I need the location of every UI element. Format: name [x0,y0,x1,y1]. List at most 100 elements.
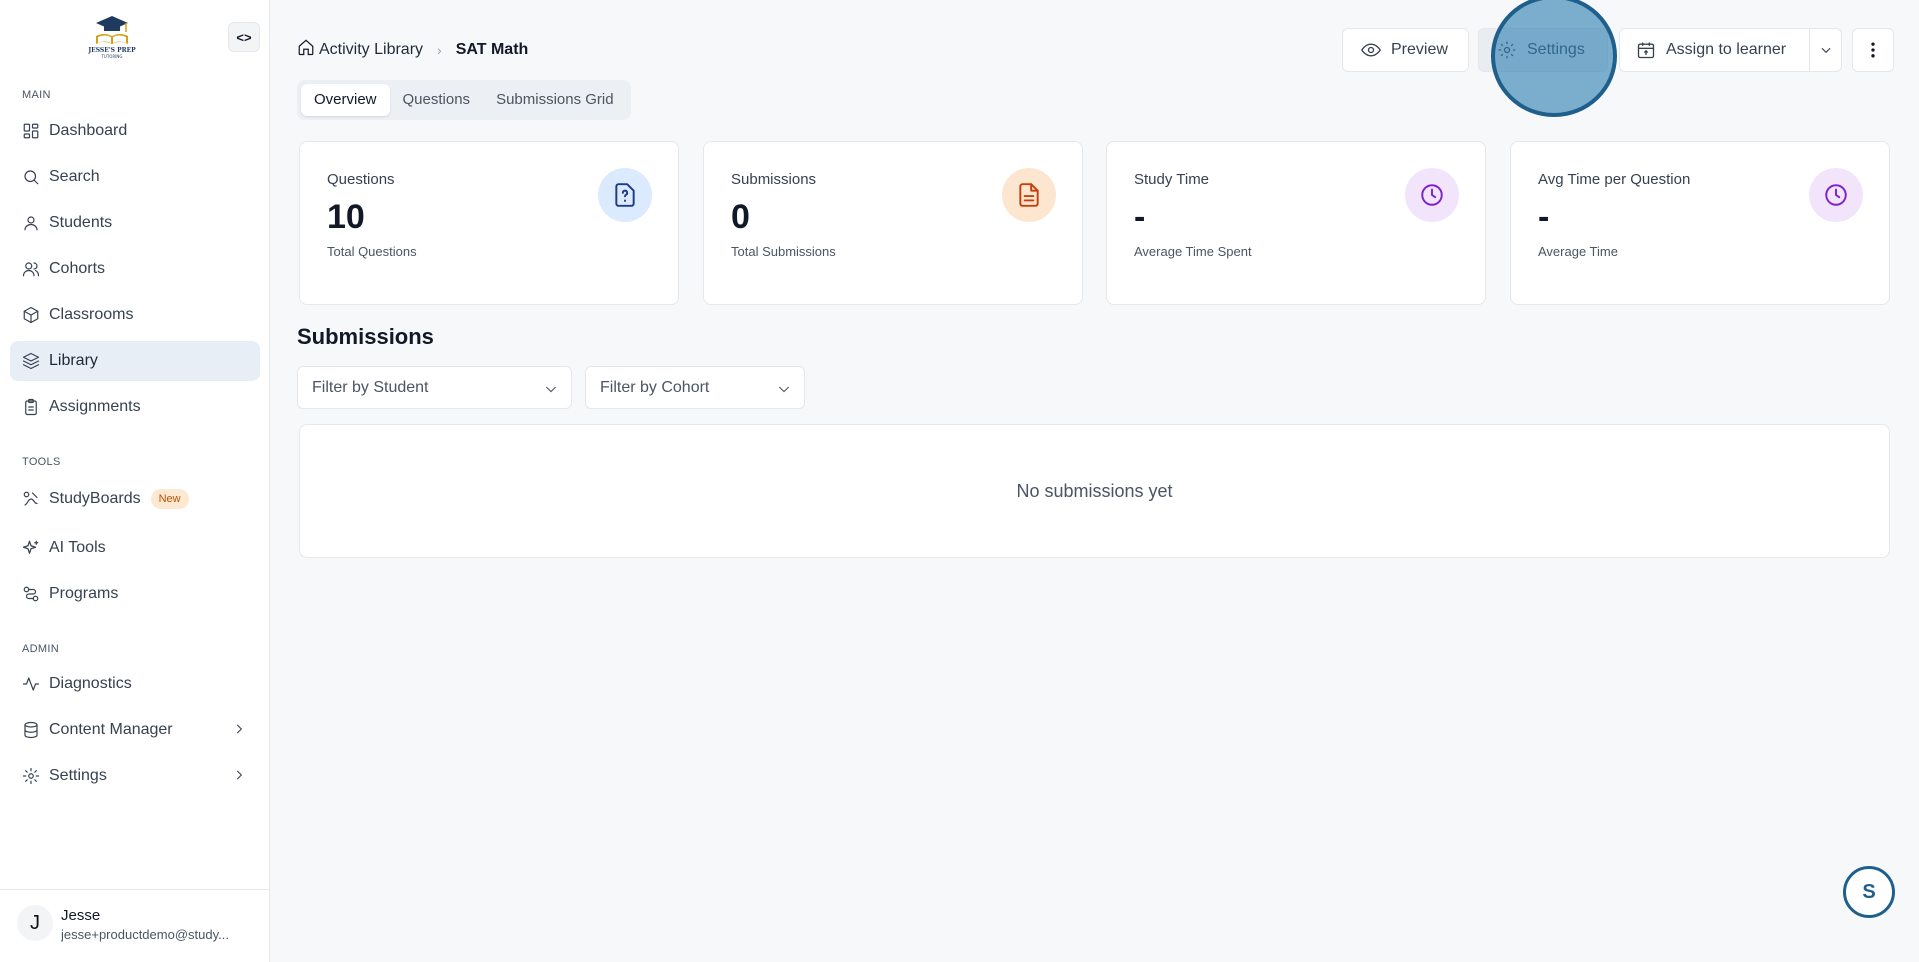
svg-text:TUTORING: TUTORING [100,54,122,59]
database-icon [22,721,40,739]
stat-subtitle: Total Questions [327,244,417,259]
submissions-heading: Submissions [297,324,434,349]
dashboard-icon [22,122,40,140]
stat-title: Questions [327,171,395,188]
filter-cohort-placeholder: Filter by Cohort [600,378,710,396]
section-label-tools: TOOLS [22,456,61,468]
filter-by-cohort-select[interactable]: Filter by Cohort [585,366,805,409]
stat-subtitle: Average Time Spent [1134,244,1252,259]
cube-icon [22,306,40,324]
gear-icon [1498,41,1516,59]
help-widget-button[interactable]: S [1843,866,1895,918]
chevron-down-icon [545,386,557,393]
sparkles-icon [22,539,40,557]
activity-icon [22,675,40,693]
sidebar-item-programs[interactable]: Programs [10,574,260,614]
stat-subtitle: Average Time [1538,244,1618,259]
sidebar-item-label: Search [49,168,100,185]
stat-card-study-time: Study Time - Average Time Spent [1106,141,1486,305]
section-label-main: MAIN [22,89,51,101]
stat-title: Study Time [1134,171,1210,188]
stat-card-questions: Questions 10 Total Questions [299,141,679,305]
sidebar-collapse-button[interactable]: <> [228,22,260,52]
sidebar-item-label: Settings [49,767,107,784]
tab-questions[interactable]: Questions [390,84,484,116]
filter-student-placeholder: Filter by Student [312,378,429,396]
sidebar-item-studyboards[interactable]: StudyBoards New [10,479,260,519]
layers-icon [22,352,40,370]
stat-card-avg-time: Avg Time per Question - Average Time [1510,141,1890,305]
studyboard-icon [22,490,40,508]
empty-state-text: No submissions yet [1016,480,1173,501]
users-icon [22,260,40,278]
sidebar-item-label: StudyBoards [49,490,141,507]
sidebar-item-settings[interactable]: Settings [10,756,260,796]
avatar: J [17,905,53,941]
vertical-dots-icon [1871,42,1875,58]
tab-submissions-grid[interactable]: Submissions Grid [483,84,627,116]
sidebar-item-label: Programs [49,585,119,602]
user-email: jesse+productdemo@study... [61,927,229,942]
eye-icon [1361,43,1381,57]
assign-dropdown-button[interactable] [1809,28,1842,72]
sidebar-item-content-manager[interactable]: Content Manager [10,710,260,750]
user-name: Jesse [61,907,101,924]
route-icon [22,585,40,603]
clipboard-icon [22,398,40,416]
settings-button[interactable]: Settings [1478,28,1608,72]
breadcrumb-separator-icon: › [437,41,442,58]
stat-subtitle: Total Submissions [731,244,836,259]
sidebar-item-search[interactable]: Search [10,157,260,197]
sidebar-item-diagnostics[interactable]: Diagnostics [10,664,260,704]
clock-icon [1809,168,1863,222]
sidebar-item-students[interactable]: Students [10,203,260,243]
sidebar: JESSE'S PREP TUTORING <> MAIN Dashboard … [0,0,270,962]
stat-value: - [1134,198,1146,236]
sidebar-item-label: Cohorts [49,260,106,277]
chevron-right-icon [232,722,246,736]
sidebar-item-label: AI Tools [49,539,106,556]
home-icon[interactable] [297,38,315,61]
chevron-right-icon [232,768,246,782]
tab-bar: Overview Questions Submissions Grid [297,80,631,120]
submissions-empty-state: No submissions yet [299,424,1890,558]
more-options-button[interactable] [1852,28,1894,72]
new-badge: New [150,489,189,509]
help-widget-label: S [1862,880,1876,903]
breadcrumb-current: SAT Math [455,40,529,58]
preview-button-label: Preview [1391,41,1448,58]
sidebar-item-label: Diagnostics [49,675,132,692]
sidebar-item-cohorts[interactable]: Cohorts [10,249,260,289]
stat-value: 10 [327,198,365,236]
sidebar-item-dashboard[interactable]: Dashboard [10,111,260,151]
svg-text:JESSE'S PREP: JESSE'S PREP [87,47,136,54]
sidebar-item-label: Content Manager [49,721,173,738]
breadcrumb: Activity Library › SAT Math [297,38,528,61]
chevron-down-icon [778,386,790,393]
section-label-admin: ADMIN [22,643,59,655]
stat-title: Submissions [731,171,817,188]
brand-logo[interactable]: JESSE'S PREP TUTORING [84,14,140,60]
sidebar-item-assignments[interactable]: Assignments [10,387,260,427]
preview-button[interactable]: Preview [1342,28,1469,72]
filter-by-student-select[interactable]: Filter by Student [297,366,572,409]
sidebar-item-ai-tools[interactable]: AI Tools [10,528,260,568]
assign-to-learner-button[interactable]: Assign to learner [1619,28,1810,72]
stat-card-submissions: Submissions 0 Total Submissions [703,141,1083,305]
search-icon [22,168,40,186]
clock-icon [1405,168,1459,222]
user-icon [22,214,40,232]
sidebar-item-label: Assignments [49,398,141,415]
tab-overview[interactable]: Overview [301,84,390,116]
question-file-icon [598,168,652,222]
code-brackets-icon: <> [236,29,252,45]
settings-button-label: Settings [1527,41,1585,58]
sidebar-item-library[interactable]: Library [10,341,260,381]
calendar-share-icon [1637,42,1655,59]
user-profile[interactable]: J Jesse jesse+productdemo@study... [0,889,270,962]
sidebar-item-label: Classrooms [49,306,134,323]
chevron-down-icon [1821,47,1830,54]
breadcrumb-parent-link[interactable]: Activity Library [319,41,423,59]
sidebar-item-classrooms[interactable]: Classrooms [10,295,260,335]
sidebar-item-label: Dashboard [49,122,128,139]
